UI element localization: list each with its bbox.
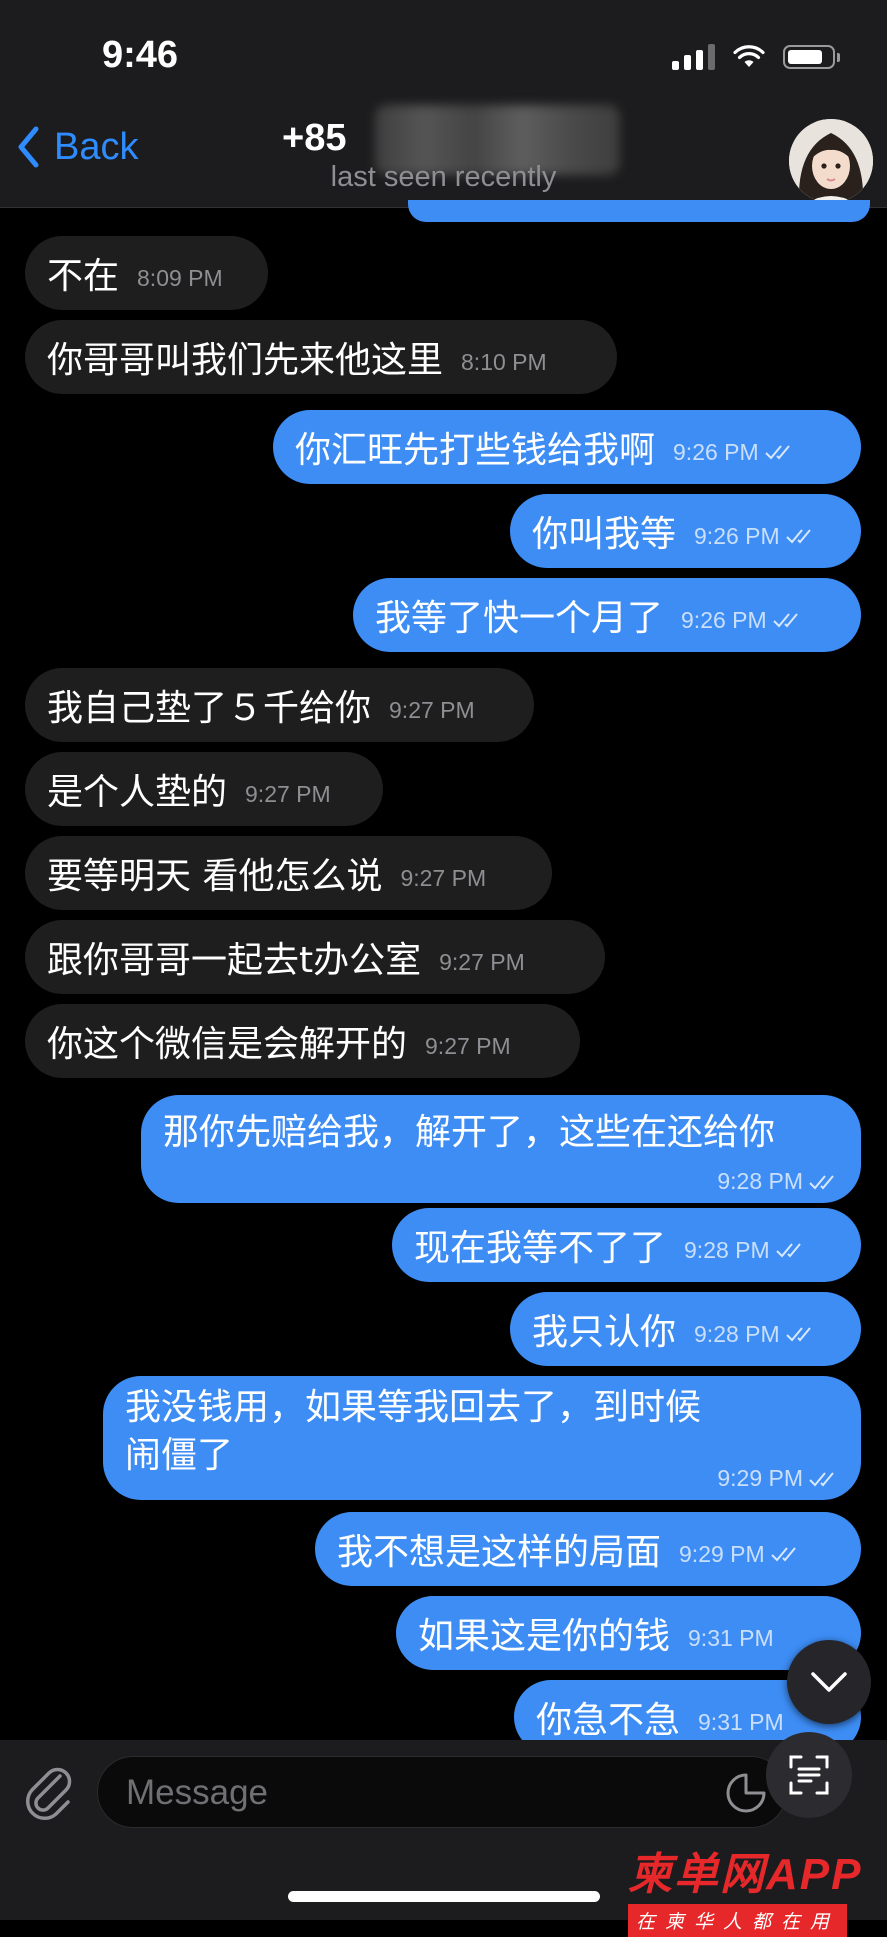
message-time: 9:27 PM [439,948,525,975]
message-time: 9:26 PM [673,438,759,465]
message-bubble-outgoing[interactable]: 现在我等不了了 9:28 PM [392,1208,861,1282]
read-checkmarks-icon [809,1471,834,1486]
read-checkmarks-icon [809,1174,834,1189]
message-text: 我等了快一个月了 [375,598,664,639]
message-time: 8:09 PM [137,264,223,291]
watermark-brand: 柬单网APP [628,1850,863,1899]
message-time: 9:28 PM [684,1236,770,1263]
message-time: 9:27 PM [400,864,487,891]
message-bubble-incoming[interactable]: 我自己垫了５千给你 9:27 PM [25,668,534,742]
message-bubble-outgoing[interactable]: 如果这是你的钱 9:31 PM [396,1596,861,1670]
message-time: 9:27 PM [245,780,331,807]
message-bubble-outgoing[interactable]: 我没钱用，如果等我回去了，到时候闹僵了 9:29 PM [103,1376,861,1500]
message-time: 9:29 PM [717,1465,803,1491]
message-time: 9:26 PM [694,522,780,549]
message-text: 你急不急 [536,1700,681,1741]
message-bubble-incoming[interactable]: 你哥哥叫我们先来他这里 8:10 PM [25,320,617,394]
message-bubble-incoming[interactable]: 跟你哥哥一起去t办公室 9:27 PM [25,920,605,994]
scan-text-button[interactable] [766,1732,852,1818]
chat-title[interactable]: +85 [282,117,346,160]
message-time: 9:28 PM [717,1168,803,1194]
message-text: 你哥哥叫我们先来他这里 [47,340,444,381]
last-seen-status: last seen recently [330,161,557,193]
message-time: 9:28 PM [694,1320,780,1347]
message-bubble-outgoing[interactable]: 那你先赔给我，解开了，这些在还给你 9:28 PM [141,1095,861,1203]
read-checkmarks-icon [764,445,790,460]
message-time: 9:29 PM [679,1540,765,1567]
message-bubble-incoming[interactable]: 你这个微信是会解开的 9:27 PM [25,1004,580,1078]
status-time: 9:46 [102,34,179,76]
watermark-tagline: 在柬华人都在用 [628,1904,848,1937]
sticker-icon[interactable] [724,1771,768,1815]
message-time: 9:31 PM [688,1624,774,1651]
message-text: 我只认你 [532,1312,677,1353]
home-indicator [288,1891,600,1902]
read-checkmarks-icon [775,1243,801,1258]
message-bubble-incoming[interactable]: 是个人垫的 9:27 PM [25,752,383,826]
message-text: 不在 [47,256,120,297]
previous-message-fragment [408,200,870,222]
paperclip-icon[interactable] [22,1762,78,1822]
message-bubble-outgoing[interactable]: 你叫我等 9:26 PM [510,494,861,568]
message-input-placeholder: Message [126,1773,269,1812]
message-time: 9:27 PM [389,696,475,723]
message-text: 我自己垫了５千给你 [47,688,372,729]
chat-header: Back +85 last seen recently [0,105,887,208]
message-bubble-incoming[interactable]: 不在 8:09 PM [25,236,268,310]
cellular-signal-icon [672,44,715,70]
message-text: 你汇旺先打些钱给我啊 [295,430,656,471]
message-bubble-outgoing[interactable]: 我只认你 9:28 PM [510,1292,861,1366]
chevron-down-icon [811,1672,847,1692]
watermark-logo: 柬单网APP 在柬华人都在用 [628,1838,886,1937]
message-text: 要等明天 看他怎么说 [47,856,383,897]
status-bar: 9:46 [0,0,887,115]
message-text: 如果这是你的钱 [418,1616,671,1657]
message-text: 我不想是这样的局面 [337,1532,662,1573]
message-bubble-outgoing[interactable]: 我不想是这样的局面 9:29 PM [315,1512,861,1586]
message-text: 是个人垫的 [47,772,228,813]
message-time: 9:26 PM [681,606,767,633]
message-bubble-incoming[interactable]: 要等明天 看他怎么说 9:27 PM [25,836,552,910]
battery-icon [783,45,840,69]
message-time: 8:10 PM [461,348,547,375]
contact-avatar[interactable] [789,119,873,203]
message-text: 你叫我等 [532,514,677,555]
message-text: 跟你哥哥一起去t办公室 [47,940,422,981]
read-checkmarks-icon [785,529,811,544]
message-text: 那你先赔给我，解开了，这些在还给你 [163,1112,776,1153]
message-text: 我没钱用，如果等我回去了，到时候闹僵了 [125,1387,702,1476]
scroll-to-bottom-button[interactable] [787,1640,871,1724]
message-bubble-outgoing[interactable]: 我等了快一个月了 9:26 PM [353,578,861,652]
message-time: 9:27 PM [425,1032,511,1059]
message-input[interactable]: Message [97,1756,787,1828]
message-bubble-outgoing[interactable]: 你汇旺先打些钱给我啊 9:26 PM [273,410,861,484]
scan-text-icon [789,1755,829,1795]
read-checkmarks-icon [770,1547,796,1562]
read-checkmarks-icon [785,1327,811,1342]
message-time: 9:31 PM [698,1708,784,1735]
message-text: 现在我等不了了 [414,1228,667,1269]
message-text: 你这个微信是会解开的 [47,1024,408,1065]
wifi-icon [733,45,765,67]
read-checkmarks-icon [772,613,798,628]
